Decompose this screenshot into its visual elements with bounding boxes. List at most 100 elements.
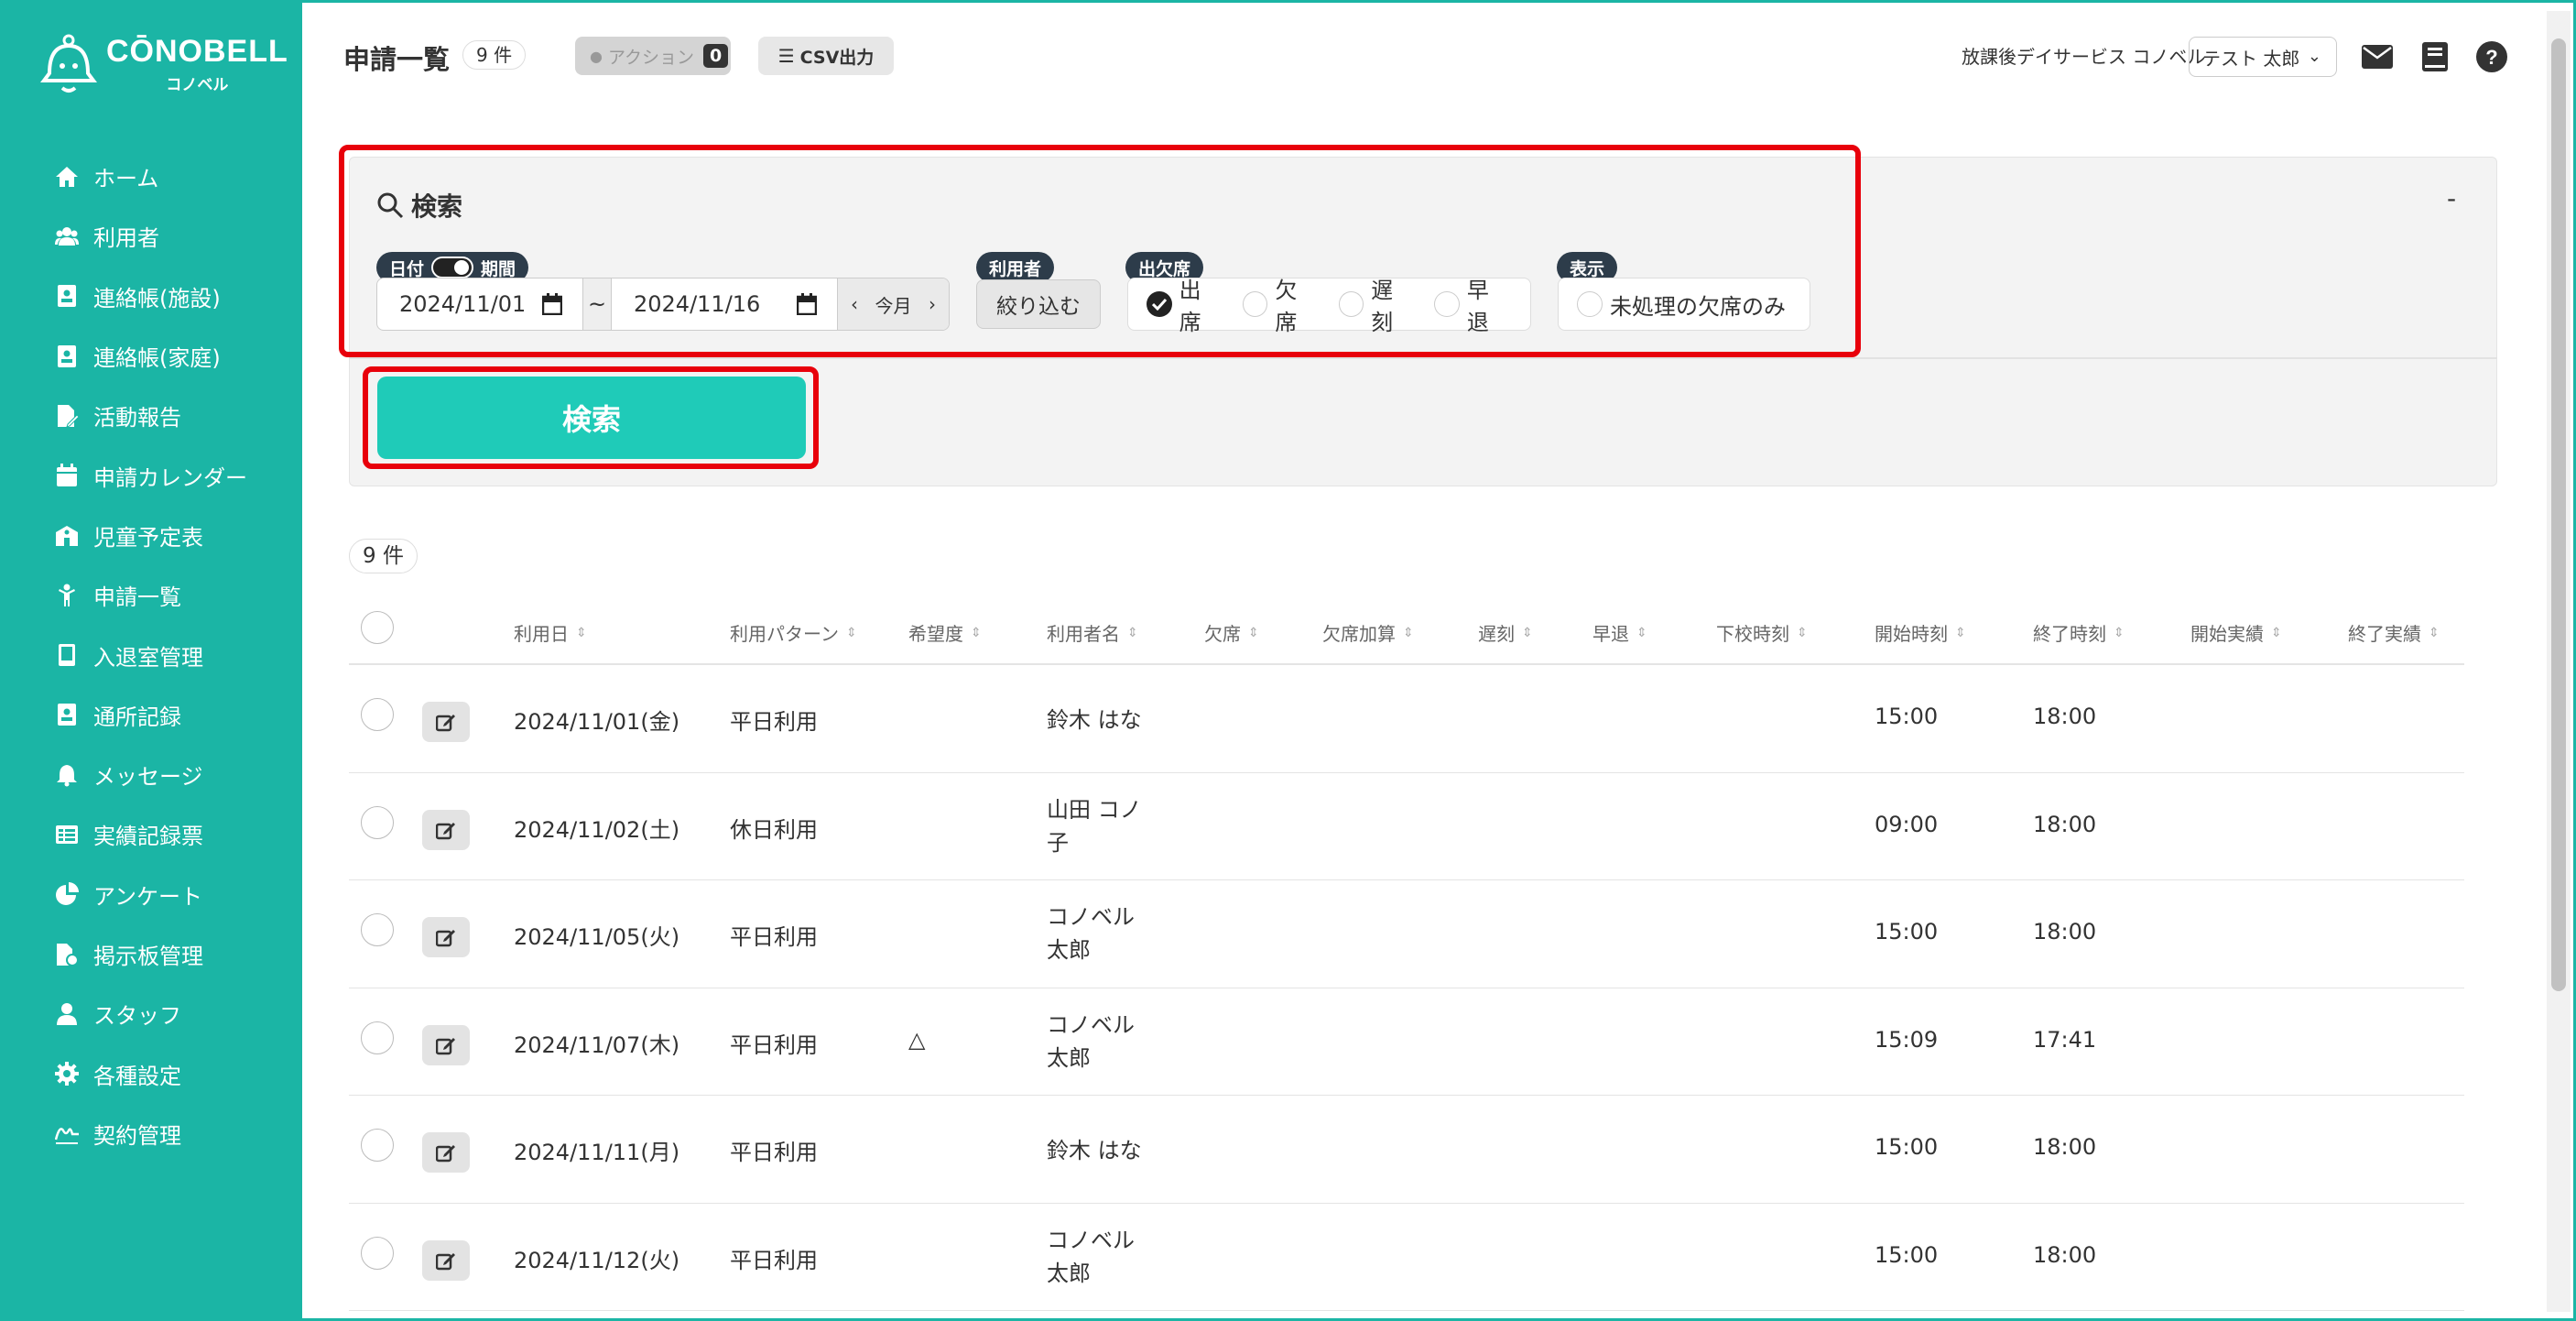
row-checkbox[interactable] bbox=[361, 1236, 394, 1270]
column-header-8[interactable]: 下校時刻 ⇕ bbox=[1716, 619, 1808, 646]
csv-export-button[interactable]: ☰ CSV出力 bbox=[758, 37, 894, 75]
column-header-0[interactable]: 利用日 ⇕ bbox=[514, 619, 587, 646]
logo[interactable]: CŌNOBELL コノベル bbox=[40, 33, 288, 95]
user-select[interactable]: テスト 太郎 ⌄ bbox=[2189, 37, 2337, 77]
unprocessed-absence-option[interactable]: 未処理の欠席のみ bbox=[1577, 289, 1786, 321]
sidebar-item-2[interactable]: 連絡帳(施設) bbox=[0, 267, 302, 326]
sidebar-item-14[interactable]: スタッフ bbox=[0, 984, 302, 1043]
attendance-option-3[interactable]: 早退 bbox=[1434, 272, 1510, 336]
sidebar-item-9[interactable]: 通所記録 bbox=[0, 685, 302, 745]
check-icon[interactable] bbox=[1147, 291, 1172, 317]
sidebar-item-6[interactable]: 児童予定表 bbox=[0, 506, 302, 565]
sidebar-item-5[interactable]: 申請カレンダー bbox=[0, 445, 302, 505]
sidebar-nav: ホーム利用者 連絡帳(施設) 連絡帳(家庭) 活動報告 申請カレンダー 児童予定表 申請一覧… bbox=[0, 147, 302, 1163]
sort-icon: ⇕ bbox=[1522, 625, 1533, 640]
users-icon bbox=[55, 224, 79, 248]
scrollbar-thumb[interactable] bbox=[2551, 38, 2566, 991]
sidebar-item-15[interactable]: 各種設定 bbox=[0, 1043, 302, 1103]
mail-icon[interactable] bbox=[2361, 40, 2394, 73]
sidebar-item-7[interactable]: 申請一覧 bbox=[0, 565, 302, 625]
row-checkbox[interactable] bbox=[361, 698, 394, 731]
cell-pattern: 平日利用 bbox=[730, 1140, 818, 1165]
edit-icon[interactable] bbox=[422, 917, 470, 957]
edit-icon[interactable] bbox=[422, 702, 470, 742]
row-checkbox[interactable] bbox=[361, 1021, 394, 1054]
table-row[interactable]: 2024/11/12(火) 平日利用 コノベル 太郎 15:00 18:00 bbox=[349, 1204, 2464, 1311]
column-header-6[interactable]: 遅刻 ⇕ bbox=[1478, 619, 1533, 646]
sidebar-item-label: ホーム bbox=[93, 166, 159, 192]
edit-icon[interactable] bbox=[422, 1239, 470, 1281]
sidebar-item-3[interactable]: 連絡帳(家庭) bbox=[0, 326, 302, 386]
column-header-7[interactable]: 早退 ⇕ bbox=[1592, 619, 1647, 646]
column-header-11[interactable]: 開始実績 ⇕ bbox=[2190, 619, 2282, 646]
sidebar: CŌNOBELL コノベル ホーム 利用者 連絡帳(施設) 連絡帳(家庭) 活動報告 申請… bbox=[0, 0, 302, 1321]
chevron-right-icon[interactable]: › bbox=[929, 293, 936, 315]
column-label: 遅刻 bbox=[1478, 623, 1515, 645]
edit-icon[interactable] bbox=[422, 809, 470, 850]
search-button[interactable]: 検索 bbox=[377, 377, 806, 459]
cell-date: 2024/11/07(木) bbox=[514, 1032, 680, 1058]
cell-date: 2024/11/12(火) bbox=[514, 1247, 680, 1273]
row-checkbox[interactable] bbox=[361, 805, 394, 839]
divider bbox=[349, 357, 2497, 359]
cell-name: コノベル 太郎 bbox=[1047, 1227, 1135, 1286]
column-header-2[interactable]: 希望度 ⇕ bbox=[908, 619, 982, 646]
list-icon: ☰ bbox=[777, 45, 795, 67]
edit-icon[interactable] bbox=[422, 1132, 470, 1173]
edit-icon[interactable] bbox=[422, 1024, 470, 1065]
attendance-option-1[interactable]: 欠席 bbox=[1242, 272, 1319, 336]
checkbox[interactable] bbox=[1434, 291, 1460, 317]
cell-pattern: 平日利用 bbox=[730, 709, 818, 735]
collapse-button[interactable]: - bbox=[2447, 183, 2456, 213]
column-label: 早退 bbox=[1592, 623, 1629, 645]
this-month-button[interactable]: 今月 bbox=[875, 291, 912, 318]
filter-users-button[interactable]: 絞り込む bbox=[976, 279, 1101, 329]
sidebar-item-8[interactable]: 入退室管理 bbox=[0, 625, 302, 684]
checkbox[interactable] bbox=[1338, 291, 1364, 317]
table-row[interactable]: 2024/11/01(金) 平日利用 鈴木 はな 15:00 18:00 bbox=[349, 665, 2464, 773]
display-options: 未処理の欠席のみ bbox=[1558, 278, 1810, 331]
date-from-input[interactable]: 2024/11/01 bbox=[377, 278, 582, 330]
column-header-1[interactable]: 利用パターン ⇕ bbox=[730, 619, 857, 646]
sidebar-item-1[interactable]: 利用者 bbox=[0, 206, 302, 266]
attendance-option-0[interactable]: 出席 bbox=[1147, 272, 1223, 336]
table-row[interactable]: 2024/11/07(木) 平日利用 △ コノベル 太郎 15:09 17:41 bbox=[349, 988, 2464, 1096]
option-label: 早退 bbox=[1466, 278, 1489, 335]
tablet-icon bbox=[55, 643, 79, 667]
select-all-checkbox[interactable] bbox=[361, 611, 394, 644]
sort-icon: ⇕ bbox=[2271, 625, 2282, 640]
column-header-12[interactable]: 終了実績 ⇕ bbox=[2348, 619, 2440, 646]
sidebar-item-11[interactable]: 実績記録票 bbox=[0, 804, 302, 864]
column-header-10[interactable]: 終了時刻 ⇕ bbox=[2033, 619, 2125, 646]
row-checkbox[interactable] bbox=[361, 1129, 394, 1162]
column-label: 利用パターン bbox=[730, 623, 839, 645]
sidebar-item-10[interactable]: メッセージ bbox=[0, 745, 302, 804]
column-label: 下校時刻 bbox=[1716, 623, 1789, 645]
column-header-4[interactable]: 欠席 ⇕ bbox=[1204, 619, 1259, 646]
date-to-input[interactable]: 2024/11/16 bbox=[612, 278, 837, 330]
sidebar-item-label: 契約管理 bbox=[93, 1122, 181, 1149]
attendance-option-2[interactable]: 遅刻 bbox=[1338, 272, 1415, 336]
table-row[interactable]: 2024/11/05(火) 平日利用 コノベル 太郎 15:00 18:00 bbox=[349, 880, 2464, 988]
toggle-switch[interactable] bbox=[431, 257, 474, 278]
column-header-3[interactable]: 利用者名 ⇕ bbox=[1047, 619, 1138, 646]
sort-icon: ⇕ bbox=[1636, 625, 1647, 640]
column-label: 終了実績 bbox=[2348, 623, 2421, 645]
column-header-9[interactable]: 開始時刻 ⇕ bbox=[1875, 619, 1966, 646]
sidebar-item-4[interactable]: 活動報告 bbox=[0, 386, 302, 445]
sidebar-item-12[interactable]: アンケート bbox=[0, 865, 302, 924]
column-header-5[interactable]: 欠席加算 ⇕ bbox=[1322, 619, 1414, 646]
user-filter-label: 利用者 bbox=[976, 252, 1055, 283]
chevron-left-icon[interactable]: ‹ bbox=[851, 293, 858, 315]
table-row[interactable]: 2024/11/02(土) 休日利用 山田 コノ子 09:00 18:00 bbox=[349, 773, 2464, 880]
help-icon[interactable]: ? bbox=[2475, 40, 2508, 73]
checkbox[interactable] bbox=[1577, 291, 1603, 317]
checkbox[interactable] bbox=[1242, 291, 1268, 317]
action-button[interactable]: ● アクション 0 bbox=[575, 37, 731, 75]
table-row[interactable]: 2024/11/11(月) 平日利用 鈴木 はな 15:00 18:00 bbox=[349, 1096, 2464, 1204]
sidebar-item-16[interactable]: 契約管理 bbox=[0, 1104, 302, 1163]
sidebar-item-0[interactable]: ホーム bbox=[0, 147, 302, 206]
sidebar-item-13[interactable]: 掲示板管理 bbox=[0, 924, 302, 984]
row-checkbox[interactable] bbox=[361, 913, 394, 946]
book-icon[interactable] bbox=[2418, 40, 2451, 73]
